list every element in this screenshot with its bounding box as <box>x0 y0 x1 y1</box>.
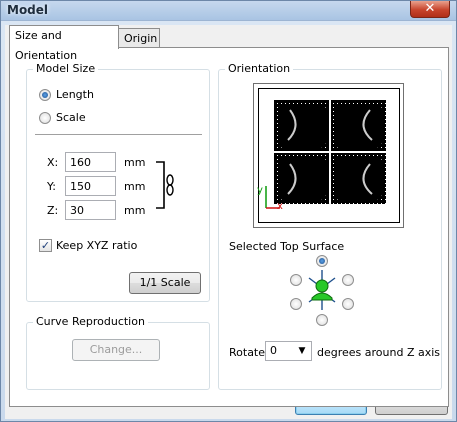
preview-frame: y x <box>257 88 400 223</box>
z-size-input[interactable] <box>65 200 116 220</box>
selected-top-surface-label: Selected Top Surface <box>229 240 345 253</box>
length-radio[interactable] <box>39 89 51 101</box>
model-dialog: Model ✕ Size and Orientation Origin Mode… <box>0 0 457 422</box>
y-size-input[interactable] <box>65 176 116 196</box>
orientation-group: Orientation y x Selected Top Surface Rot… <box>218 62 442 390</box>
rotate-value: 0 <box>270 344 277 357</box>
keep-ratio-checkbox[interactable]: ✓ <box>39 239 52 252</box>
dialog-body: Size and Orientation Origin Model Size L… <box>5 25 452 419</box>
x-size-input[interactable] <box>65 152 116 172</box>
separator <box>35 134 202 135</box>
z-label: Z: <box>47 204 59 217</box>
tab-label: Origin <box>124 32 158 45</box>
title-bar[interactable]: Model ✕ <box>1 1 456 21</box>
tab-panel: Model Size Length Scale X: mm Y: mm Z: m… <box>9 47 449 407</box>
window-title: Model <box>7 3 49 17</box>
tab-origin[interactable]: Origin <box>118 28 160 48</box>
rotate-label: Rotate <box>229 346 266 359</box>
y-axis-label: y <box>257 185 263 196</box>
keep-ratio-label: Keep XYZ ratio <box>56 239 138 252</box>
x-axis-label: x <box>277 201 283 212</box>
tab-label: Size and Orientation <box>15 29 78 62</box>
tab-size-and-orientation[interactable]: Size and Orientation <box>9 25 119 62</box>
group-label: Orientation <box>225 62 294 75</box>
curve-reproduction-group: Curve Reproduction Change... <box>26 315 210 390</box>
x-unit: mm <box>124 156 146 169</box>
x-label: X: <box>47 156 59 169</box>
model-figure-icon <box>308 270 336 310</box>
rotate-suffix: degrees around Z axis <box>317 346 441 359</box>
model-preview: y x <box>253 83 404 228</box>
top-surface-bottom-radio[interactable] <box>316 314 328 326</box>
change-button[interactable]: Change... <box>72 339 160 361</box>
link-ratio-icon[interactable] <box>154 160 180 210</box>
rotate-select[interactable]: 0 ▼ <box>265 341 312 361</box>
close-button[interactable]: ✕ <box>410 1 450 18</box>
group-label: Curve Reproduction <box>33 315 148 328</box>
z-unit: mm <box>124 204 146 217</box>
top-surface-top-radio[interactable] <box>316 255 328 267</box>
one-to-one-scale-button[interactable]: 1/1 Scale <box>129 272 201 294</box>
model-size-group: Model Size Length Scale X: mm Y: mm Z: m… <box>26 62 210 302</box>
scale-radio[interactable] <box>39 112 51 124</box>
y-unit: mm <box>124 180 146 193</box>
length-label: Length <box>56 88 94 101</box>
scale-label: Scale <box>56 111 86 124</box>
y-label: Y: <box>47 180 56 193</box>
chevron-down-icon: ▼ <box>298 346 306 356</box>
